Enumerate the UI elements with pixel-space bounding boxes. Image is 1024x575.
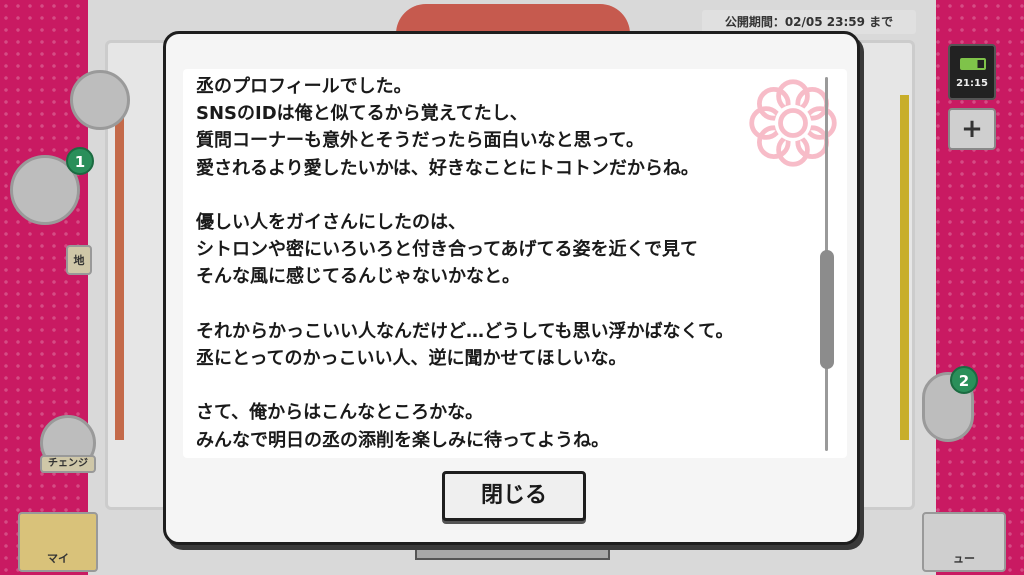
clock-time: 21:15	[956, 78, 988, 89]
my-home-button[interactable]: マイ	[18, 512, 98, 572]
close-button[interactable]: 閉じる	[442, 471, 586, 521]
scrollbar-thumb[interactable]	[820, 250, 834, 370]
menu-button[interactable]: ュー	[922, 512, 1006, 572]
message-line	[196, 291, 816, 318]
change-label: チェンジ	[40, 455, 96, 473]
message-content-box[interactable]: 丞のプロフィールでした。 SNSのIDは俺と似てるから覚えてたし、質問コーナーも意…	[183, 69, 847, 458]
background-left-bar	[115, 95, 124, 440]
menu-circle-icon[interactable]	[70, 70, 130, 130]
add-button[interactable]: +	[948, 108, 996, 150]
message-line: シトロンや密にいろいろと付き合ってあげてる姿を近くで見て	[196, 239, 699, 261]
notification-badge-right: 2	[950, 366, 978, 394]
message-line	[196, 182, 816, 209]
message-line	[196, 372, 816, 399]
map-tile[interactable]: 地	[66, 245, 92, 275]
message-line: そんな風に感じてるんじゃないかなと。	[196, 266, 520, 288]
message-line: SNSのIDは俺と似てるから覚えてたし、	[196, 103, 528, 125]
message-line: さて、俺からはこんなところかな。	[196, 402, 484, 424]
message-line: みんなで明日の丞の添削を楽しみに待ってようね。	[196, 429, 610, 451]
notification-badge-left: 1	[66, 147, 94, 175]
message-line: 丞のプロフィールでした。	[196, 76, 412, 97]
battery-icon	[960, 58, 986, 70]
message-text: 丞のプロフィールでした。 SNSのIDは俺と似てるから覚えてたし、質問コーナーも意…	[196, 73, 816, 454]
message-dialog: 丞のプロフィールでした。 SNSのIDは俺と似てるから覚えてたし、質問コーナーも意…	[163, 31, 860, 545]
message-line: 優しい人をガイさんにしたのは、	[196, 212, 466, 234]
background-right-bar	[900, 95, 909, 440]
message-line: 質問コーナーも意外とそうだったら面白いなと思って。	[196, 130, 645, 152]
message-scrollbar[interactable]	[820, 77, 834, 451]
message-line: それからかっこいい人なんだけど…どうしても思い浮かばなくて。	[196, 320, 734, 342]
message-line: 愛されるより愛したいかは、好きなことにトコトンだからね。	[196, 157, 699, 179]
clock-widget: 21:15	[948, 44, 996, 100]
message-line: 丞にとってのかっこいい人、逆に聞かせてほしいな。	[196, 348, 627, 370]
